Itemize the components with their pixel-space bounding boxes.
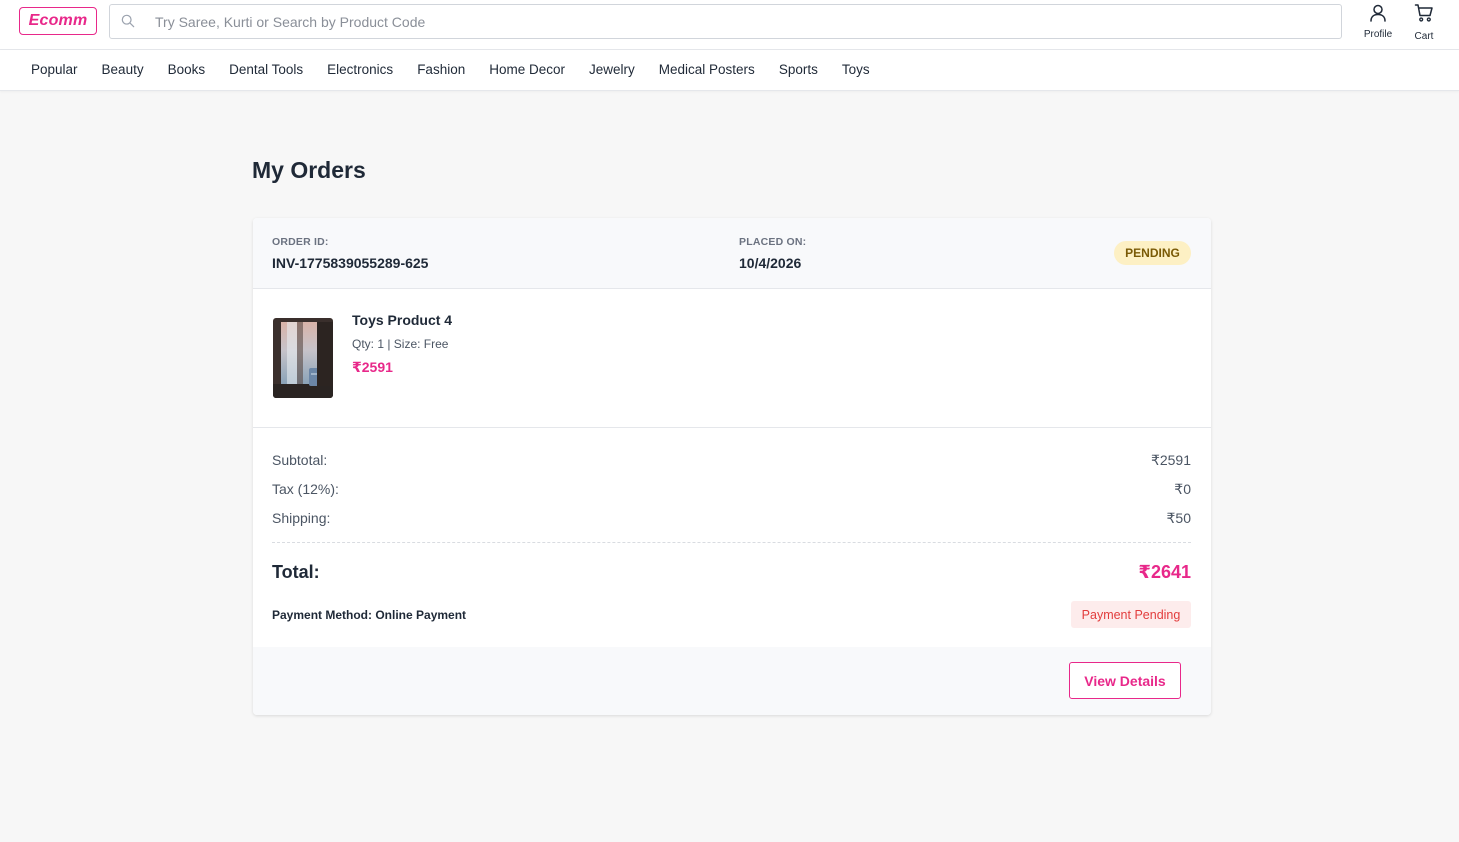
category-item[interactable]: Fashion	[417, 62, 465, 77]
order-card-header: ORDER ID: INV-1775839055289-625 PLACED O…	[253, 218, 1211, 289]
payment-method: Payment Method: Online Payment	[272, 608, 467, 622]
product-image	[273, 318, 333, 398]
category-item[interactable]: Home Decor	[489, 62, 565, 77]
category-item[interactable]: Books	[168, 62, 206, 77]
search-input[interactable]	[155, 5, 1305, 38]
order-card: ORDER ID: INV-1775839055289-625 PLACED O…	[253, 218, 1211, 715]
category-item[interactable]: Sports	[779, 62, 818, 77]
product-thumbnail[interactable]	[273, 318, 333, 398]
logo[interactable]: Ecomm	[19, 7, 97, 35]
shipping-label: Shipping:	[272, 510, 331, 526]
placed-on-label: PLACED ON:	[739, 236, 807, 248]
search-icon	[121, 14, 135, 28]
product-price: ₹2591	[352, 359, 393, 375]
product-name[interactable]: Toys Product 4	[352, 312, 452, 328]
tax-label: Tax (12%):	[272, 481, 339, 497]
page-title: My Orders	[252, 157, 366, 183]
tax-row: Tax (12%): ₹0	[272, 481, 1191, 497]
order-item[interactable]: Toys Product 4 Qty: 1 | Size: Free ₹2591	[253, 289, 1211, 428]
category-item[interactable]: Popular	[31, 62, 78, 77]
subtotal-row: Subtotal: ₹2591	[272, 452, 1191, 468]
subtotal-value: ₹2591	[1150, 452, 1191, 468]
category-item[interactable]: Medical Posters	[659, 62, 755, 77]
payment-status-badge: Payment Pending	[1071, 601, 1191, 628]
profile-label: Profile	[1363, 29, 1393, 40]
shipping-value: ₹50	[1166, 510, 1191, 526]
subtotal-label: Subtotal:	[272, 452, 328, 468]
category-nav: Popular Beauty Books Dental Tools Electr…	[0, 50, 1459, 91]
category-item[interactable]: Dental Tools	[229, 62, 303, 77]
summary-divider	[272, 542, 1191, 543]
tax-value: ₹0	[1174, 481, 1191, 497]
order-id-value: INV-1775839055289-625	[272, 255, 429, 271]
category-item[interactable]: Electronics	[327, 62, 393, 77]
order-status-badge: PENDING	[1114, 241, 1191, 265]
cart-label: Cart	[1414, 31, 1434, 42]
user-icon	[1370, 4, 1386, 22]
shipping-row: Shipping: ₹50	[272, 510, 1191, 526]
profile-button[interactable]: Profile	[1358, 2, 1398, 44]
cart-icon	[1414, 4, 1433, 22]
category-item[interactable]: Beauty	[102, 62, 144, 77]
category-item[interactable]: Toys	[842, 62, 870, 77]
cart-button[interactable]: Cart	[1404, 2, 1444, 44]
product-qty-size: Qty: 1 | Size: Free	[352, 337, 449, 351]
total-label: Total:	[272, 562, 320, 582]
total-value: ₹2641	[1138, 562, 1191, 582]
order-id-label: ORDER ID:	[272, 236, 329, 248]
category-item[interactable]: Jewelry	[589, 62, 635, 77]
top-header: Ecomm Profile Cart	[0, 0, 1459, 50]
placed-on-value: 10/4/2026	[739, 255, 802, 271]
search-bar[interactable]	[109, 4, 1342, 39]
order-card-footer: View Details	[253, 647, 1211, 715]
view-details-button[interactable]: View Details	[1069, 662, 1181, 699]
